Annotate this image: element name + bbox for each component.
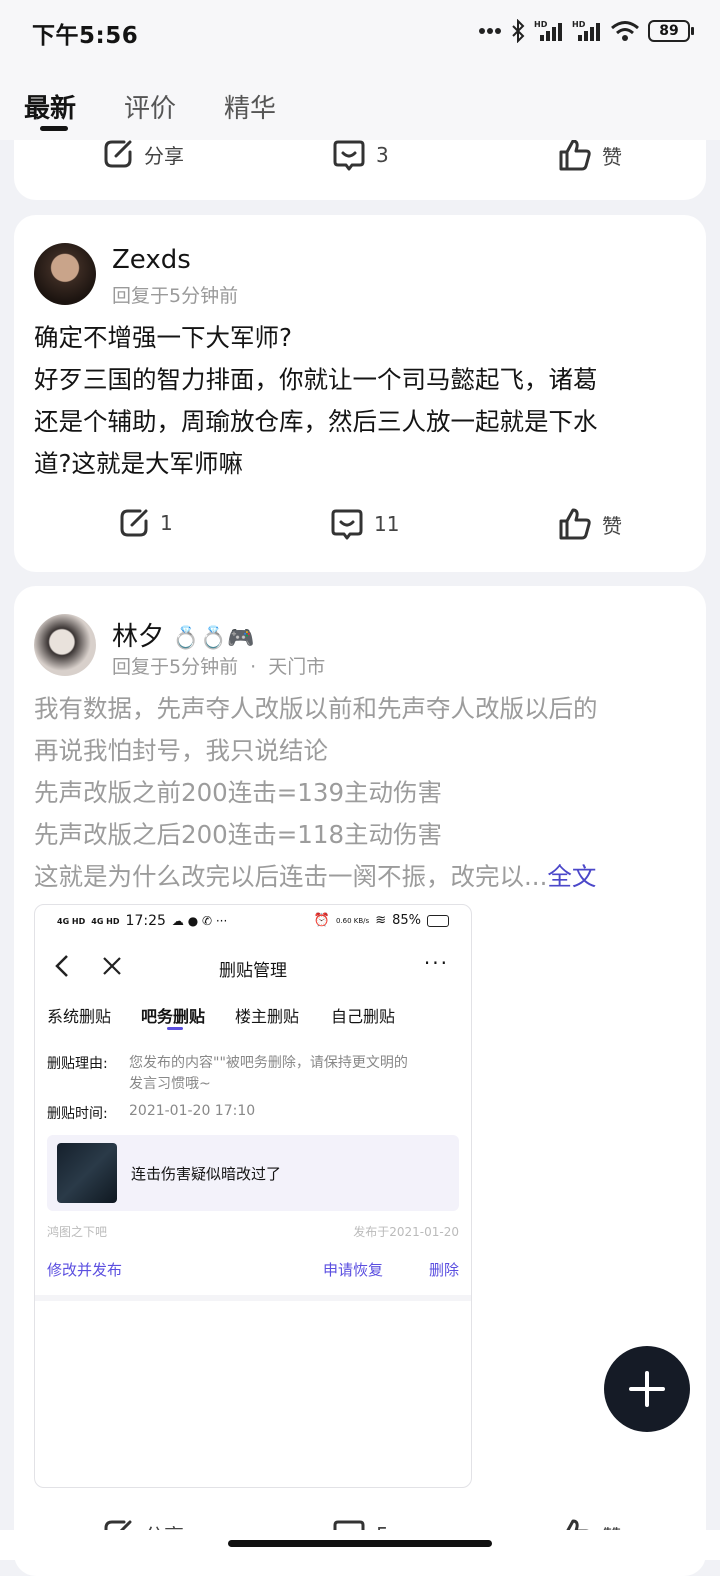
shot-restore-button: 申请恢复	[323, 1261, 384, 1279]
share-icon	[120, 509, 148, 537]
shot-status-left: 4G HD 4G HD 17:25 ☁ ● ✆ ···	[57, 913, 227, 929]
shot-post-card: 连击伤害疑似暗改过了	[47, 1135, 459, 1211]
home-indicator[interactable]	[228, 1540, 492, 1547]
shot-post-thumbnail	[57, 1143, 117, 1203]
share-count: 1	[160, 511, 173, 535]
tab-latest[interactable]: 最新	[24, 88, 76, 125]
username-text: 林夕	[112, 622, 165, 652]
like-button[interactable]: 赞	[558, 507, 622, 541]
shot-status-right: ⏰ 0.60 KB/s ≋ 85%	[314, 913, 449, 928]
location: 天门市	[268, 656, 326, 678]
like-label: 赞	[602, 144, 622, 169]
shot-tab-indicator	[167, 1027, 183, 1030]
username[interactable]: Zexds	[112, 245, 191, 275]
post-line-last: 这就是为什么改完以后连击一阕不振，改完以...全文	[34, 856, 684, 898]
comment-button[interactable]: 11	[330, 507, 399, 541]
like-label: 赞	[602, 513, 622, 538]
username[interactable]: 林夕 💍💍🎮	[112, 616, 254, 653]
thumbs-up-icon	[559, 139, 591, 171]
shot-reason-line: 发言习惯哦~	[129, 1076, 211, 1092]
shot-tab: 楼主删贴	[235, 1007, 300, 1026]
shot-reason-line: 您发布的内容""被吧务删除，请保持更文明的	[129, 1055, 408, 1071]
post-line: 再说我怕封号，我只说结论	[34, 736, 328, 765]
tab-featured[interactable]: 精华	[224, 88, 276, 125]
shot-reason-text: 您发布的内容""被吧务删除，请保持更文明的 发言习惯哦~	[129, 1053, 408, 1095]
comment-icon	[333, 140, 365, 171]
comment-icon	[331, 509, 363, 540]
shot-status-icons: ☁ ● ✆ ···	[171, 914, 228, 928]
svg-text:HD: HD	[572, 20, 586, 29]
post-line: 还是个辅助，周瑜放仓库，然后三人放一起就是下水	[34, 407, 598, 436]
shot-forum: 鸿图之下吧	[47, 1225, 108, 1239]
shot-tab: 系统删贴	[47, 1007, 112, 1026]
tab-reviews[interactable]: 评价	[124, 88, 176, 125]
like-button[interactable]: 赞	[558, 138, 622, 172]
post-line: 先声改版之后200连击=118主动伤害	[34, 820, 443, 849]
status-bar: 下午5:56 HD HD 89	[0, 0, 720, 64]
wifi-icon	[611, 21, 639, 41]
tab-active-indicator	[40, 126, 68, 131]
create-post-button[interactable]	[604, 1346, 690, 1432]
post-line: 确定不增强一下大军师?	[34, 323, 293, 352]
share-button[interactable]: 分享	[102, 138, 184, 170]
shot-time-value: 2021-01-20 17:10	[129, 1103, 256, 1119]
post-content[interactable]: 确定不增强一下大军师? 好歹三国的智力排面，你就让一个司马懿起飞，诸葛 还是个辅…	[34, 317, 684, 485]
shot-alarm-icon: ⏰	[313, 913, 330, 928]
post-card-linxi: 林夕 💍💍🎮 回复于5分钟前 · 天门市 我有数据，先声夺人改版以前和先声夺人改…	[14, 586, 706, 1576]
post-line-truncated: 这就是为什么改完以后连击一阕不振，改完以...	[34, 862, 548, 891]
post-image[interactable]: 4G HD 4G HD 17:25 ☁ ● ✆ ··· ⏰ 0.60 KB/s …	[34, 904, 472, 1488]
post-line: 道?这就是大军师嘛	[34, 449, 244, 478]
reply-meta: 回复于5分钟前 · 天门市	[112, 652, 325, 679]
reply-time: 回复于5分钟前	[112, 656, 239, 678]
signal-hd-icon: HD	[534, 20, 562, 41]
comment-count: 3	[376, 143, 389, 167]
shot-delete-button: 删除	[428, 1261, 459, 1279]
shot-tab: 自己删贴	[331, 1007, 396, 1026]
tab-bar: 最新 评价 精华	[0, 64, 720, 140]
battery-indicator: 89	[648, 20, 694, 42]
shot-more-icon: ···	[423, 951, 449, 975]
user-badges: 💍💍🎮	[172, 626, 255, 651]
post-content[interactable]: 我有数据，先声夺人改版以前和先声夺人改版以后的 再说我怕封号，我只说结论 先声改…	[34, 688, 684, 898]
share-label: 分享	[144, 143, 184, 168]
comment-count: 11	[374, 512, 400, 536]
shot-time: 17:25	[125, 913, 166, 929]
shot-edit-button: 修改并发布	[47, 1261, 123, 1279]
shot-signal-2: 4G HD	[91, 916, 120, 926]
shot-title: 删贴管理	[219, 961, 287, 981]
shot-netspeed: 0.60 KB/s	[335, 916, 370, 925]
shot-divider	[35, 1295, 471, 1301]
signal-hd-icon-2: HD	[572, 20, 600, 41]
avatar[interactable]	[34, 614, 96, 676]
shot-wifi-icon: ≋	[375, 913, 387, 928]
shot-signal: 4G HD	[57, 916, 86, 926]
post-line: 好歹三国的智力排面，你就让一个司马懿起飞，诸葛	[34, 365, 598, 394]
post-card-zexds: Zexds 回复于5分钟前 确定不增强一下大军师? 好歹三国的智力排面，你就让一…	[14, 215, 706, 572]
thumbs-up-icon	[559, 508, 591, 540]
post-line: 我有数据，先声夺人改版以前和先声夺人改版以后的	[34, 694, 598, 723]
full-text-link[interactable]: 全文	[547, 862, 596, 891]
comment-button[interactable]: 3	[332, 138, 389, 172]
status-time: 下午5:56	[32, 23, 139, 49]
reply-time: 回复于5分钟前	[112, 285, 239, 307]
shot-time-label: 删贴时间:	[47, 1106, 108, 1122]
meta-separator: ·	[250, 656, 257, 678]
plus-icon	[629, 1371, 665, 1407]
shot-battery-icon	[427, 914, 449, 927]
more-dots-icon	[479, 28, 501, 34]
shot-tab-active: 吧务删贴	[141, 1007, 206, 1026]
shot-battery: 85%	[392, 913, 421, 928]
bluetooth-icon	[512, 19, 525, 43]
post-line: 先声改版之前200连击=139主动伤害	[34, 778, 443, 807]
shot-reason-label: 删贴理由:	[47, 1056, 108, 1072]
avatar[interactable]	[34, 243, 96, 305]
status-icons: HD HD 89	[478, 16, 694, 46]
shot-published: 发布于2021-01-20	[353, 1225, 459, 1239]
share-icon	[104, 140, 132, 168]
shot-post-title: 连击伤害疑似暗改过了	[131, 1165, 282, 1183]
share-button[interactable]: 1	[118, 507, 173, 539]
svg-text:HD: HD	[534, 20, 548, 29]
